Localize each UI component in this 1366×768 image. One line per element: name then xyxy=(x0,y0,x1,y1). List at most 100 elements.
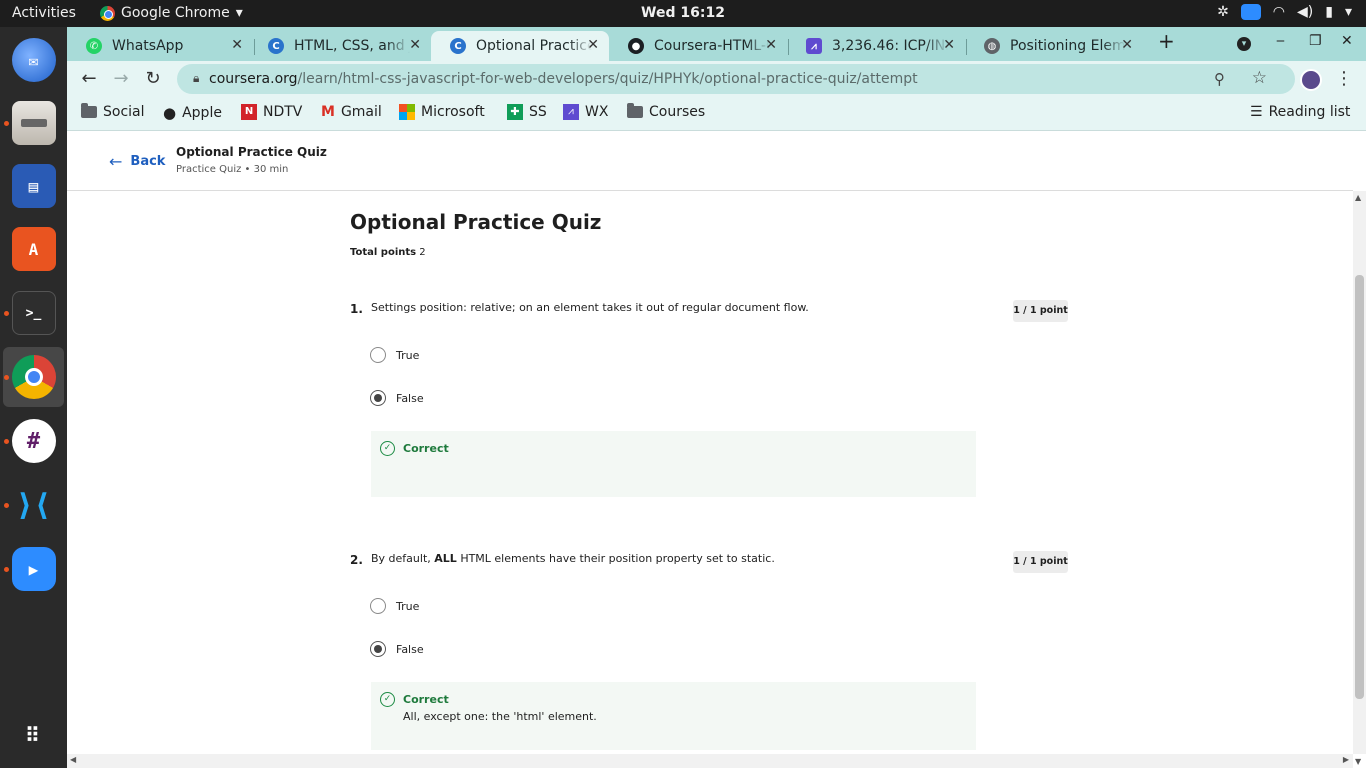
bookmark-social[interactable]: Social xyxy=(81,103,145,120)
option-false[interactable]: False xyxy=(370,641,424,657)
back-button[interactable]: ← xyxy=(77,68,101,92)
tab-strip: ✆ WhatsApp ✕ C HTML, CSS, and Javascript… xyxy=(67,27,1366,61)
tab-label: HTML, CSS, and Javascript for Web Develo… xyxy=(294,38,410,54)
ndtv-icon: N xyxy=(241,104,257,120)
wifi-icon[interactable]: ◠ xyxy=(1273,4,1285,20)
url-text[interactable]: coursera.org/learn/html-css-javascript-f… xyxy=(209,71,918,87)
app-menu[interactable]: Google Chrome ▾ xyxy=(100,5,243,21)
system-tray[interactable]: ✲ ◠ ◀) ▮ ▾ xyxy=(1217,4,1352,20)
close-window-button[interactable]: ✕ xyxy=(1341,33,1353,49)
tab-optional-practice-quiz[interactable]: C Optional Practice Quiz ✕ xyxy=(431,31,609,61)
url-path: /learn/html-css-javascript-for-web-devel… xyxy=(297,71,918,87)
total-points: Total points 2 xyxy=(350,247,426,258)
reload-button[interactable]: ↻ xyxy=(141,68,165,92)
option-false[interactable]: False xyxy=(370,390,424,406)
writer-icon: ▤ xyxy=(11,164,56,208)
bookmark-label: Apple xyxy=(182,105,222,121)
header-subtitle: Practice Quiz • 30 min xyxy=(176,164,289,175)
zoom-tray-icon[interactable] xyxy=(1240,4,1261,20)
slack-tray-icon[interactable]: ✲ xyxy=(1217,4,1229,20)
running-indicator xyxy=(4,121,9,126)
radio-button-selected[interactable] xyxy=(370,390,386,406)
sheets-icon: ✚ xyxy=(507,104,523,120)
tab-whatsapp[interactable]: ✆ WhatsApp ✕ xyxy=(67,31,253,61)
bookmarks-bar: Social ● Apple N NDTV M Gmail Microsoft … xyxy=(67,97,1366,131)
reading-list-label: Reading list xyxy=(1268,104,1351,120)
chrome-menu-icon[interactable]: ⋮ xyxy=(1335,68,1353,89)
show-applications-button[interactable]: ⠿ xyxy=(3,705,64,765)
minimize-button[interactable]: ‒ xyxy=(1276,33,1285,49)
bookmark-wx[interactable]: ⩘ WX xyxy=(563,104,608,120)
scroll-down-icon[interactable]: ▼ xyxy=(1355,757,1361,766)
tab-html-css[interactable]: C HTML, CSS, and Javascript for Web Deve… xyxy=(249,31,431,61)
zoom-launcher[interactable]: ▶ xyxy=(3,539,64,599)
radio-button[interactable] xyxy=(370,347,386,363)
forward-button[interactable]: → xyxy=(109,68,133,92)
running-indicator xyxy=(4,439,9,444)
close-icon[interactable]: ✕ xyxy=(587,37,599,53)
tab-positioning-elements[interactable]: ◍ Positioning Elements ✕ xyxy=(965,31,1143,61)
zoom-icon: ▶ xyxy=(11,547,56,591)
question-text-bold: ALL xyxy=(434,552,457,565)
bookmark-courses[interactable]: Courses xyxy=(627,103,705,120)
scrollbar-thumb[interactable] xyxy=(1355,275,1364,699)
bookmark-ndtv[interactable]: N NDTV xyxy=(241,104,302,120)
tab-label: Optional Practice Quiz xyxy=(476,38,592,54)
files-launcher[interactable] xyxy=(3,93,64,153)
lock-icon[interactable]: 🔒︎ xyxy=(193,71,199,86)
software-launcher[interactable]: A xyxy=(3,219,64,279)
vscode-launcher[interactable]: ⟩⟨ xyxy=(3,475,64,535)
bookmark-label: NDTV xyxy=(263,104,303,120)
close-icon[interactable]: ✕ xyxy=(765,37,777,53)
scroll-right-icon[interactable]: ▶ xyxy=(1343,755,1349,764)
tab-github[interactable]: ● Coursera-HTML-CSS-Javascript ✕ xyxy=(609,31,787,61)
close-icon[interactable]: ✕ xyxy=(409,37,421,53)
tab-label: Positioning Elements xyxy=(1010,38,1126,54)
writer-launcher[interactable]: ▤ xyxy=(3,156,64,216)
profile-avatar[interactable] xyxy=(1300,69,1322,91)
folder-icon xyxy=(627,103,643,118)
new-tab-button[interactable]: + xyxy=(1158,29,1175,53)
bookmark-ss[interactable]: ✚ SS xyxy=(507,104,547,120)
system-menu-icon[interactable]: ▾ xyxy=(1345,4,1352,20)
thunderbird-launcher[interactable]: ✉ xyxy=(3,30,64,90)
radio-button[interactable] xyxy=(370,598,386,614)
bookmark-star-icon[interactable]: ☆ xyxy=(1252,68,1267,88)
back-link[interactable]: ← Back xyxy=(109,152,165,171)
check-circle-icon: ✓ xyxy=(380,441,395,456)
feedback-box: ✓ Correct All, except one: the 'html' el… xyxy=(371,682,976,750)
software-icon: A xyxy=(11,227,56,271)
activities-button[interactable]: Activities xyxy=(12,5,76,21)
close-icon[interactable]: ✕ xyxy=(943,37,955,53)
reading-list-icon: ☰ xyxy=(1250,104,1263,120)
reading-list-button[interactable]: ☰ Reading list xyxy=(1250,104,1350,120)
option-true[interactable]: True xyxy=(370,598,419,614)
clock[interactable]: Wed 16:12 xyxy=(641,5,725,21)
app-grid-icon: ⠿ xyxy=(25,722,42,747)
bookmark-gmail[interactable]: M Gmail xyxy=(321,104,382,120)
points-badge: 1 / 1 point xyxy=(1013,300,1068,322)
scroll-up-icon[interactable]: ▲ xyxy=(1355,193,1361,202)
address-bar[interactable]: 🔒︎ coursera.org/learn/html-css-javascrip… xyxy=(177,64,1295,94)
vscode-icon: ⟩⟨ xyxy=(15,487,52,523)
slack-launcher[interactable]: # xyxy=(3,411,64,471)
volume-icon[interactable]: ◀) xyxy=(1297,4,1313,20)
vertical-scrollbar[interactable]: ▲ ▼ xyxy=(1353,191,1366,766)
terminal-launcher[interactable]: >_ xyxy=(3,283,64,343)
close-icon[interactable]: ✕ xyxy=(231,37,243,53)
coursera-icon: C xyxy=(268,38,284,54)
zoom-icon[interactable]: ⚲ xyxy=(1214,70,1225,88)
option-true[interactable]: True xyxy=(370,347,419,363)
bookmark-apple[interactable]: ● Apple xyxy=(163,104,222,122)
bookmark-microsoft[interactable]: Microsoft xyxy=(399,104,485,120)
horizontal-scrollbar[interactable]: ◀ ▶ xyxy=(67,754,1353,768)
scroll-left-icon[interactable]: ◀ xyxy=(70,755,76,764)
restore-button[interactable]: ❐ xyxy=(1309,33,1322,49)
battery-icon[interactable]: ▮ xyxy=(1325,4,1333,20)
radio-button-selected[interactable] xyxy=(370,641,386,657)
tab-icp-inr[interactable]: ⩘ 3,236.46: ICP/INR ✕ xyxy=(787,31,965,61)
bookmark-label: Social xyxy=(103,104,145,120)
chrome-launcher[interactable] xyxy=(3,347,64,407)
close-icon[interactable]: ✕ xyxy=(1121,37,1133,53)
tab-search-icon[interactable]: ▾ xyxy=(1237,37,1251,51)
